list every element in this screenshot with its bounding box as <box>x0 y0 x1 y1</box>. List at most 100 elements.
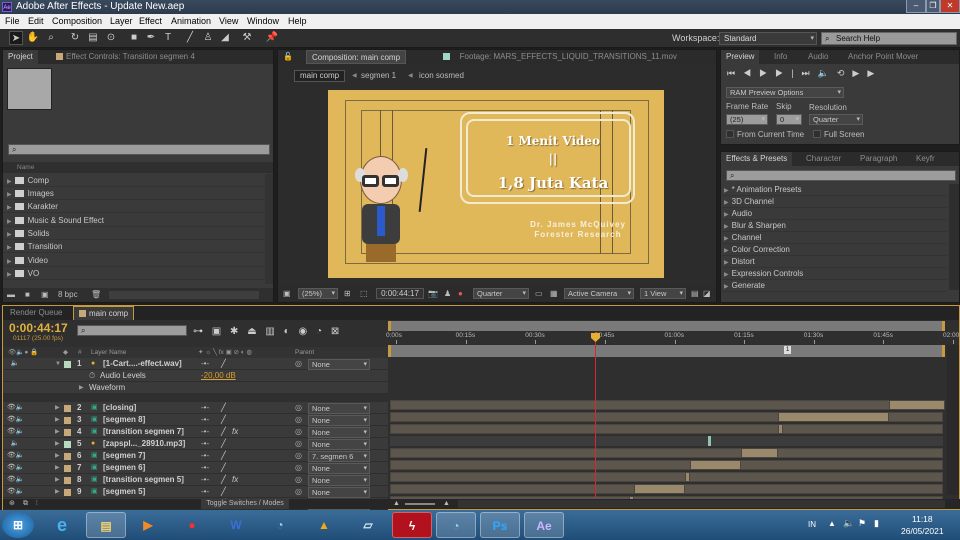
layer-duration-bar[interactable] <box>390 400 943 410</box>
layer-active-bar[interactable] <box>634 484 686 494</box>
interpret-footage-icon[interactable]: ▬ <box>7 288 15 302</box>
new-folder-icon[interactable]: ■ <box>25 288 30 302</box>
horizontal-scrollbar[interactable] <box>109 291 259 299</box>
layer-row[interactable]: 🔈 ▼ 1 ● [1-Cart....-effect.wav] -•- ╱ ◎ None <box>3 358 388 370</box>
photoshop-icon[interactable]: Ps <box>480 512 520 538</box>
tab-audio[interactable]: Audio <box>803 50 833 64</box>
label-color-icon[interactable] <box>64 417 71 424</box>
layer-name[interactable]: [1-Cart....-effect.wav] <box>103 358 182 370</box>
tab-project[interactable]: Project <box>3 50 38 64</box>
tab-effects-presets[interactable]: Effects & Presets <box>721 152 793 166</box>
language-indicator[interactable]: IN <box>808 520 816 529</box>
tab-composition[interactable]: Composition: main comp <box>306 50 407 64</box>
layer-duration-bar[interactable] <box>390 472 943 482</box>
app-red-icon[interactable]: ● <box>172 512 212 538</box>
menu-layer[interactable]: Layer <box>110 14 133 29</box>
label-color-icon[interactable] <box>64 429 71 436</box>
notepad-icon[interactable]: ▱ <box>348 512 388 538</box>
hand-tool-icon[interactable]: ✋ <box>26 31 40 45</box>
expand-arrow-icon[interactable]: ▶ <box>55 450 60 462</box>
roto-brush-tool-icon[interactable]: ⚒ <box>240 31 254 45</box>
time-ruler[interactable]: 0:00s 00:15s 00:30s 00:45s 01:00s 01:15s 01:30… <box>386 332 959 344</box>
layer-name[interactable]: [segmen 7] <box>103 450 145 462</box>
camera-tool-icon[interactable]: ▤ <box>86 31 100 45</box>
layer-duration-bar[interactable] <box>390 436 943 446</box>
current-time[interactable]: 0:00:44:17 <box>9 321 68 335</box>
selection-tool-icon[interactable]: ➤ <box>9 31 23 45</box>
app-flash-icon[interactable]: ϟ <box>392 512 432 538</box>
shy-switch-icon[interactable]: -•- <box>201 450 209 462</box>
visibility-icon[interactable]: 👁🔈 <box>7 402 25 414</box>
play-icon[interactable]: ▶ <box>759 68 775 78</box>
menu-effect[interactable]: Effect <box>139 14 162 29</box>
eraser-tool-icon[interactable]: ◢ <box>218 31 232 45</box>
always-preview-icon[interactable]: ▣ <box>283 289 291 298</box>
expand-transfer-controls-icon[interactable]: ⧉ <box>23 499 28 509</box>
layer-name[interactable]: [transition segmen 7] <box>103 426 184 438</box>
show-snapshot-icon[interactable]: ♟ <box>444 289 451 298</box>
after-effects-icon[interactable]: Ae <box>524 512 564 538</box>
zoom-tool-icon[interactable]: ⌕ <box>44 31 58 45</box>
layer-row[interactable]: 🔈 ▶ 5 ● [zapspl..._28910.mp3] -•- ╱ ◎ None <box>3 438 388 450</box>
draft-3d-icon[interactable]: ✱ <box>230 326 238 337</box>
layer-name[interactable]: [transition segmen 5] <box>103 474 184 486</box>
shy-switch-icon[interactable]: -•- <box>201 438 209 450</box>
layer-name[interactable]: [segmen 5] <box>103 486 145 498</box>
expand-layer-switches-icon[interactable]: ⊛ <box>9 499 15 509</box>
parent-dropdown[interactable]: None <box>308 359 370 370</box>
work-area-bar[interactable]: 1 <box>388 345 945 357</box>
camera-view-dropdown[interactable]: Active Camera <box>564 288 634 299</box>
audio-icon[interactable]: 🔈 <box>7 438 20 450</box>
workspace-dropdown[interactable]: Standard <box>719 32 817 45</box>
layer-row[interactable]: 👁🔈 ▶ 7 ▣ [segmen 6] -•- ╱ ◎ None <box>3 462 388 474</box>
column-header-name[interactable]: Name <box>3 162 273 173</box>
layer-row[interactable]: 👁🔈 ▶ 3 ▣ [segmen 8] -•- ╱ ◎ None <box>3 414 388 426</box>
parent-dropdown[interactable]: None <box>308 475 370 486</box>
quality-switch-icon[interactable]: ╱ <box>221 414 226 426</box>
frame-rate-dropdown[interactable]: (25) <box>726 114 768 125</box>
shy-switch-icon[interactable]: -•- <box>201 402 209 414</box>
parent-dropdown[interactable]: None <box>308 439 370 450</box>
visibility-icon[interactable]: 👁🔈 <box>7 486 25 498</box>
mask-visibility-icon[interactable]: ⬚ <box>360 289 368 298</box>
composition-viewer[interactable]: 1 Menit Video || 1,8 Juta Kata Dr. James… <box>328 90 664 278</box>
label-color-icon[interactable] <box>64 465 71 472</box>
shy-switch-icon[interactable]: -•- <box>201 486 209 498</box>
project-search-input[interactable]: ⌕ <box>8 144 270 155</box>
tab-paragraph[interactable]: Paragraph <box>855 152 902 166</box>
expand-in-out-icon[interactable]: ⦙ <box>36 499 38 509</box>
trash-icon[interactable]: 🗑 <box>91 288 101 302</box>
expand-arrow-icon[interactable]: ▶ <box>55 462 60 474</box>
tab-preview[interactable]: Preview <box>721 50 760 64</box>
clock-date[interactable]: 26/05/2021 <box>901 526 944 536</box>
tab-character[interactable]: Character <box>801 152 846 166</box>
expand-arrow-icon[interactable]: ▶ <box>55 426 60 438</box>
pick-whip-icon[interactable]: ◎ <box>295 414 302 426</box>
project-scrollbar[interactable] <box>265 174 273 284</box>
toggle-switches-modes-button[interactable]: Toggle Switches / Modes <box>201 499 289 509</box>
pick-whip-icon[interactable]: ◎ <box>295 450 302 462</box>
clone-stamp-tool-icon[interactable]: ♙ <box>201 31 215 45</box>
folder-item[interactable]: ▶ Music & Sound Effect <box>3 214 265 227</box>
tab-anchor-point-mover[interactable]: Anchor Point Mover <box>843 50 923 64</box>
visibility-icon[interactable]: 👁🔈 <box>7 462 25 474</box>
type-tool-icon[interactable]: T <box>161 31 175 45</box>
clock-time[interactable]: 11:18 <box>912 514 933 524</box>
timeline-vertical-scrollbar[interactable] <box>947 345 959 495</box>
shy-switch-icon[interactable]: -•- <box>201 358 209 370</box>
previous-frame-icon[interactable]: ◀ <box>743 68 759 78</box>
column-parent[interactable]: Parent <box>295 347 314 358</box>
effects-category[interactable]: ▶ Color Correction <box>721 244 947 256</box>
column-layer-name[interactable]: Layer Name <box>91 347 126 358</box>
menu-composition[interactable]: Composition <box>52 14 102 29</box>
folder-item[interactable]: ▶ Video <box>3 254 265 267</box>
layer-active-bar[interactable] <box>685 472 690 482</box>
mute-audio-icon[interactable]: 🔈 <box>818 68 837 78</box>
effects-category[interactable]: ▶ Audio <box>721 208 947 220</box>
layer-row[interactable]: 👁🔈 ▶ 2 ▣ [closing] -•- ╱ ◎ None <box>3 402 388 414</box>
timeline-horizontal-scrollbar[interactable] <box>458 500 945 508</box>
menu-view[interactable]: View <box>219 14 238 29</box>
visibility-icon[interactable]: 👁🔈 <box>7 474 25 486</box>
current-time-display[interactable]: 0:00:44:17 <box>376 288 424 299</box>
expand-arrow-icon[interactable]: ▶ <box>55 438 60 450</box>
